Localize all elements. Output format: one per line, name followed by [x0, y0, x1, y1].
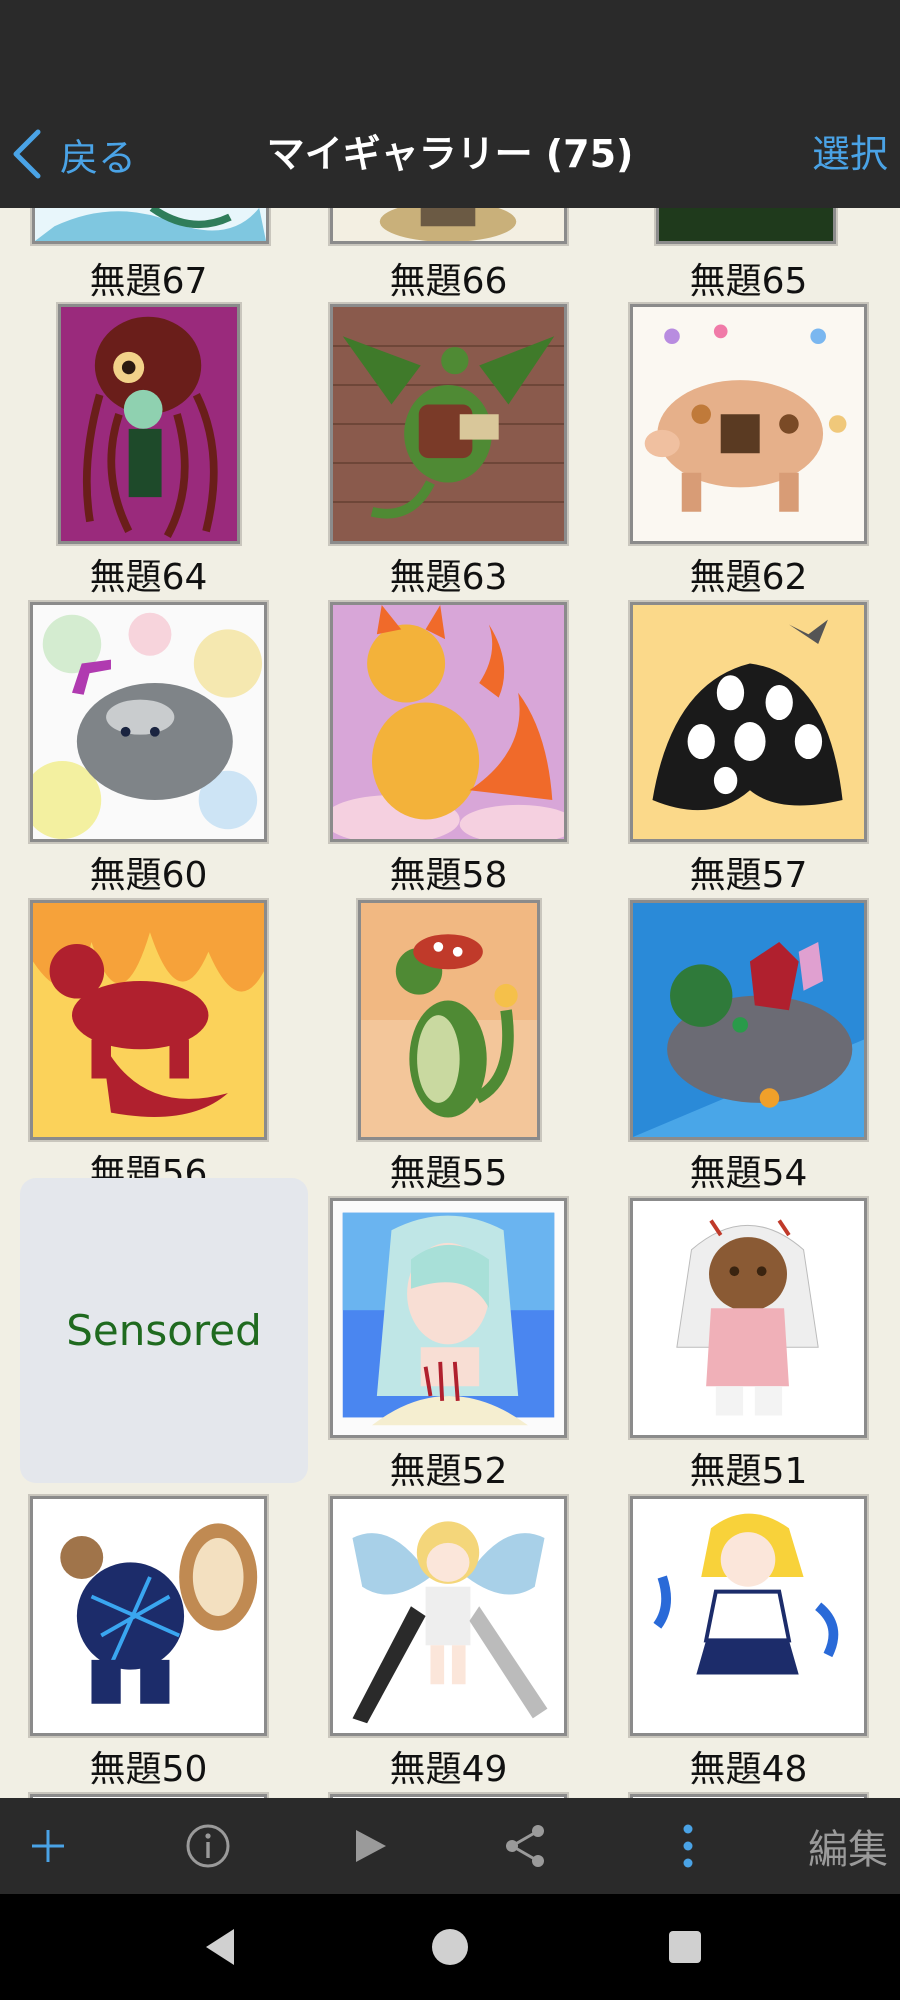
info-button[interactable]: [160, 1798, 256, 1894]
system-recents-button[interactable]: [645, 1894, 725, 2000]
artwork-thumbnail: [630, 900, 867, 1140]
gallery-item[interactable]: 無題56: [0, 900, 297, 1190]
gallery-item[interactable]: 無題65: [600, 208, 897, 302]
gallery-grid: 無題67 無題66 無題65 無題64 無題63 無題62 無題60 無題58 …: [0, 208, 900, 1798]
artwork-title: 無題55: [389, 1153, 508, 1194]
artwork-thumbnail: [630, 304, 867, 544]
share-button[interactable]: [478, 1798, 574, 1894]
artwork-title: 無題54: [689, 1153, 808, 1194]
artwork-thumbnail: [30, 1496, 267, 1736]
plus-icon: [32, 1830, 64, 1862]
artwork-thumbnail: [30, 602, 267, 842]
artwork-title: 無題64: [89, 557, 208, 598]
bottom-toolbar: 編集: [0, 1798, 900, 1894]
artwork-thumbnail: [330, 1198, 567, 1438]
play-icon: [356, 1830, 386, 1862]
gallery-item[interactable]: 無題66: [300, 208, 597, 302]
gallery-item[interactable]: 無題52: [300, 1198, 597, 1492]
artwork-title: 無題48: [689, 1749, 808, 1790]
gallery-item[interactable]: 無題57: [600, 602, 897, 896]
gallery-item[interactable]: 無題49: [300, 1496, 597, 1790]
artwork-thumbnail: [630, 1496, 867, 1736]
sensored-label: Sensored: [66, 1306, 262, 1355]
gallery-item[interactable]: 無題64: [0, 304, 297, 598]
artwork-thumbnail: [58, 304, 240, 544]
add-button[interactable]: [0, 1798, 96, 1894]
select-button[interactable]: 選択: [812, 100, 888, 208]
system-home-button[interactable]: [410, 1894, 490, 2000]
gallery-item[interactable]: 無題50: [0, 1496, 297, 1790]
more-button[interactable]: [640, 1798, 736, 1894]
artwork-title: 無題63: [389, 557, 508, 598]
gallery-item[interactable]: 無題58: [300, 602, 597, 896]
gallery-item[interactable]: 無題63: [300, 304, 597, 598]
artwork-title: 無題62: [689, 557, 808, 598]
artwork-thumbnail: [330, 1496, 567, 1736]
navigation-bar: 戻る マイギャラリー (75) 選択: [0, 100, 900, 208]
system-navigation-bar: [0, 1894, 900, 2000]
more-vertical-icon: [683, 1824, 693, 1868]
artwork-title: 無題60: [89, 855, 208, 896]
gallery-item[interactable]: 無題67: [0, 208, 297, 302]
play-button[interactable]: [322, 1798, 418, 1894]
sensored-placeholder[interactable]: Sensored: [20, 1178, 308, 1483]
home-circle-icon: [432, 1929, 468, 1965]
artwork-title: 無題65: [689, 261, 808, 302]
recents-square-icon: [669, 1931, 701, 1963]
artwork-thumbnail: [358, 900, 540, 1140]
artwork-title: 無題49: [389, 1749, 508, 1790]
artwork-thumbnail: [30, 900, 267, 1140]
artwork-thumbnail: [330, 602, 567, 842]
artwork-thumbnail: [630, 602, 867, 842]
artwork-title: 無題51: [689, 1451, 808, 1492]
back-triangle-icon: [206, 1929, 234, 1965]
page-title: マイギャラリー (75): [266, 132, 634, 176]
gallery-item[interactable]: 無題54: [600, 900, 897, 1194]
artwork-title: 無題50: [89, 1749, 208, 1790]
artwork-title: 無題58: [389, 855, 508, 896]
gallery-item[interactable]: 無題51: [600, 1198, 897, 1492]
status-bar: [0, 0, 900, 100]
artwork-title: 無題52: [389, 1451, 508, 1492]
gallery-item[interactable]: 無題60: [0, 602, 297, 896]
artwork-thumbnail: [330, 208, 567, 244]
artwork-title: 無題67: [89, 261, 208, 302]
artwork-thumbnail: [630, 1198, 867, 1438]
gallery-item[interactable]: 無題62: [600, 304, 897, 598]
artwork-title: 無題57: [689, 855, 808, 896]
artwork-thumbnail: [32, 208, 269, 244]
artwork-title: 無題66: [389, 261, 508, 302]
system-back-button[interactable]: [180, 1894, 260, 2000]
artwork-thumbnail: [330, 304, 567, 544]
info-icon: [186, 1824, 230, 1868]
artwork-thumbnail: [656, 208, 836, 244]
gallery-item[interactable]: 無題48: [600, 1496, 897, 1790]
share-icon: [506, 1825, 544, 1867]
gallery-item[interactable]: 無題55: [300, 900, 597, 1194]
edit-button[interactable]: 編集: [800, 1798, 896, 1894]
